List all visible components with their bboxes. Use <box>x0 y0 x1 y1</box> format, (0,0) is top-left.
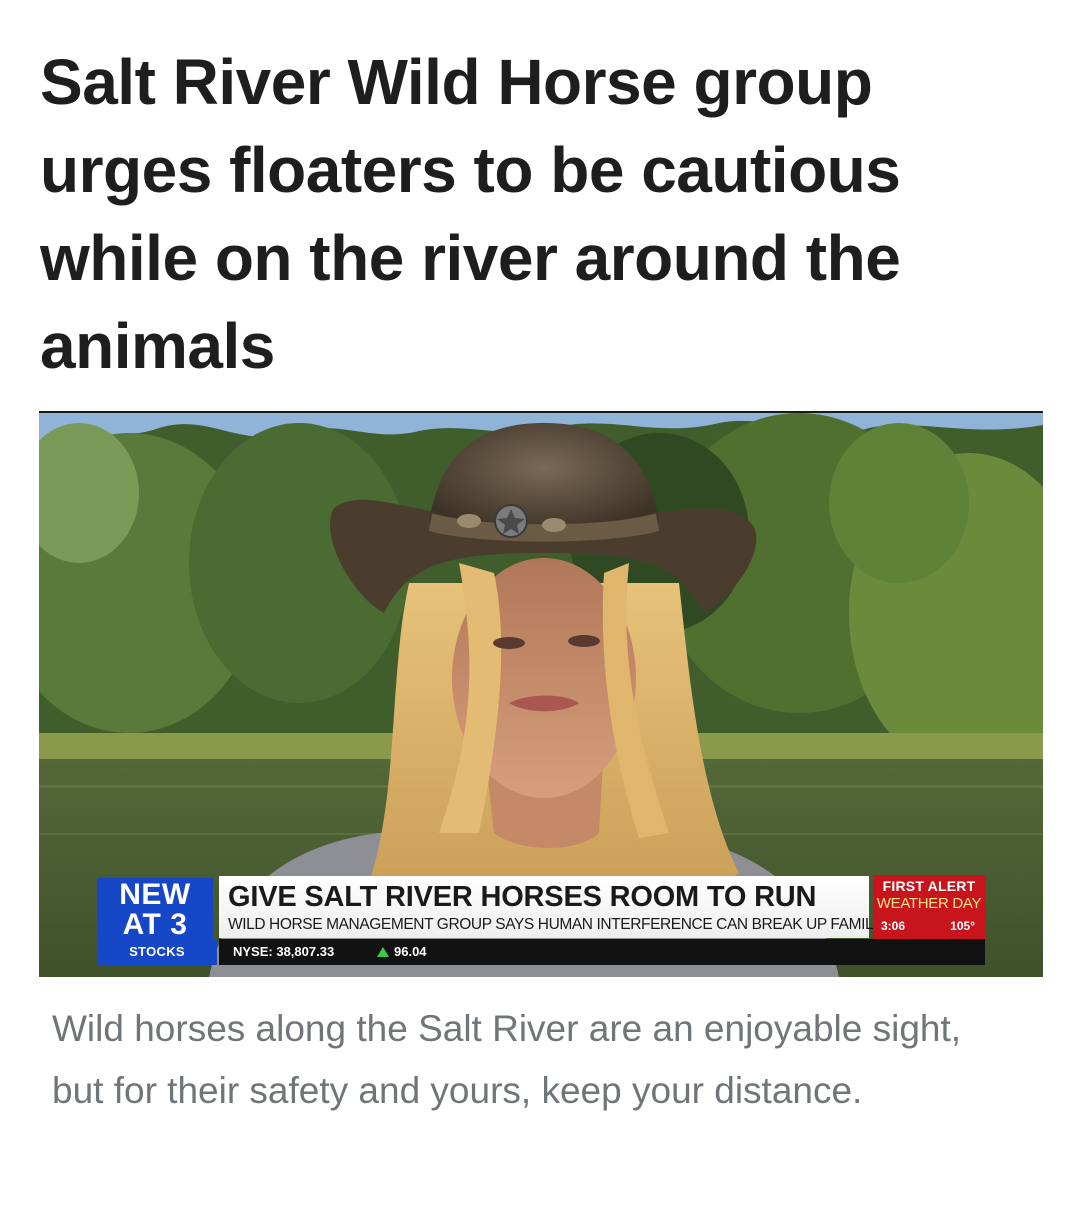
photo-caption: Wild horses along the Salt River are an … <box>52 1008 962 1111</box>
badge-line-at-3: AT 3 <box>122 908 188 941</box>
lower-third-headline-bar: GIVE SALT RIVER HORSES ROOM TO RUN WILD … <box>219 876 897 938</box>
article-headline: Salt River Wild Horse group urges floate… <box>40 46 901 382</box>
weather-day-label: WEATHER DAY <box>876 895 982 912</box>
news-video-still[interactable]: NEW AT 3 GIVE SALT RIVER HORSES ROOM TO … <box>39 411 1043 977</box>
nyse-index-value: NYSE: 38,807.33 <box>233 944 335 959</box>
stocks-label: STOCKS <box>97 939 217 965</box>
lower-third-title: GIVE SALT RIVER HORSES ROOM TO RUN <box>228 881 817 913</box>
up-arrow-icon <box>377 947 389 957</box>
new-at-3-badge: NEW AT 3 <box>97 878 213 940</box>
nyse-change-value: 96.04 <box>394 944 427 959</box>
first-alert-label: FIRST ALERT <box>882 878 976 894</box>
lower-third-subtitle: WILD HORSE MANAGEMENT GROUP SAYS HUMAN I… <box>228 916 897 933</box>
badge-line-new: NEW <box>119 878 191 911</box>
broadcast-temperature: 105° <box>950 919 975 933</box>
stock-ticker: NYSE: 38,807.33 96.04 <box>219 939 985 965</box>
first-alert-weather-box: FIRST ALERT WEATHER DAY 3:06 105° <box>873 875 985 939</box>
broadcast-time: 3:06 <box>881 919 906 933</box>
